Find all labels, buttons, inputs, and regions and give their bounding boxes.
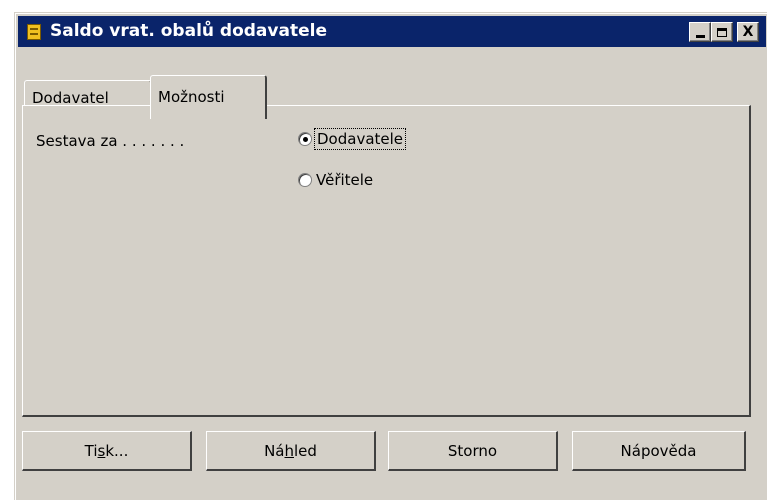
title-bar[interactable]: Saldo vrat. obalů dodavatele X	[18, 16, 766, 47]
print-label-part2: k...	[105, 441, 129, 460]
preview-label-part1: Ná	[264, 441, 285, 460]
help-button[interactable]: Nápověda	[572, 431, 746, 471]
print-label-part1: Ti	[84, 441, 98, 460]
print-button-label: Tisk...	[85, 442, 129, 460]
tab-moznosti[interactable]: Možnosti	[150, 75, 267, 119]
window-title: Saldo vrat. obalů dodavatele	[50, 21, 327, 41]
close-icon: X	[742, 24, 754, 40]
preview-button-label: Náhled	[264, 442, 317, 460]
preview-access-key: h	[284, 441, 294, 460]
maximize-icon	[717, 27, 727, 37]
cancel-button[interactable]: Storno	[388, 431, 558, 471]
close-button[interactable]: X	[737, 22, 759, 42]
app-icon	[27, 24, 41, 40]
print-button[interactable]: Tisk...	[22, 431, 192, 471]
report-for-label: Sestava za . . . . . . .	[36, 132, 185, 150]
minimize-icon	[695, 34, 705, 38]
tab-moznosti-label: Možnosti	[158, 88, 225, 106]
preview-label-part2: led	[294, 441, 317, 460]
cancel-button-label: Storno	[447, 441, 498, 460]
maximize-button[interactable]	[711, 22, 733, 42]
radio-checked-icon[interactable]	[298, 132, 312, 146]
radio-dodavatele[interactable]: Dodavatele	[298, 128, 407, 150]
preview-button[interactable]: Náhled	[206, 431, 376, 471]
help-button-label: Nápověda	[620, 441, 697, 460]
radio-veritele-label: Věřitele	[316, 171, 374, 189]
radio-dodavatele-label: Dodavatele	[313, 128, 407, 150]
tab-panel-moznosti	[22, 105, 751, 417]
radio-unchecked-icon[interactable]	[298, 173, 312, 187]
radio-veritele[interactable]: Věřitele	[298, 171, 373, 189]
minimize-button[interactable]	[689, 22, 711, 42]
